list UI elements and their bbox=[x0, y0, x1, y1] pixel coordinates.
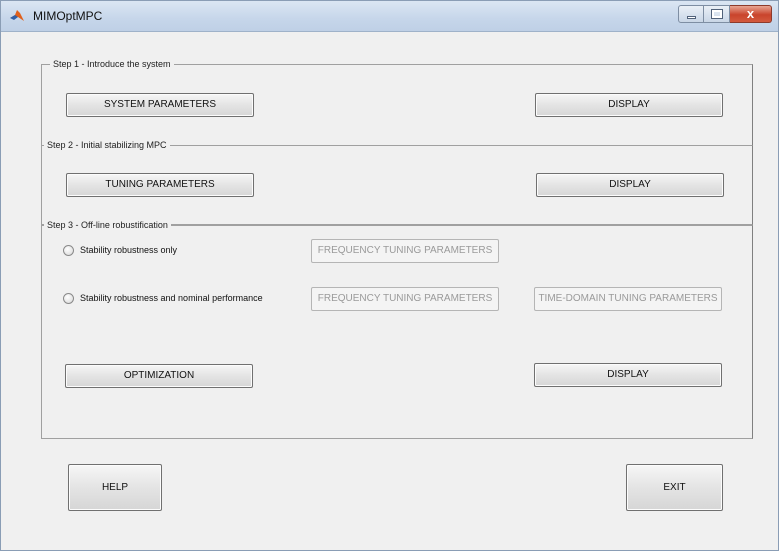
window-title: MIMOptMPC bbox=[33, 9, 103, 23]
step2-display-button[interactable]: DISPLAY bbox=[536, 173, 724, 197]
window-controls: x bbox=[678, 5, 772, 23]
app-window: MIMOptMPC x Step 1 - Introduce the syste… bbox=[0, 0, 779, 551]
maximize-button[interactable] bbox=[704, 5, 730, 23]
matlab-icon bbox=[10, 10, 24, 21]
stability-only-radio[interactable] bbox=[63, 245, 74, 256]
stability-performance-radio[interactable] bbox=[63, 293, 74, 304]
option1-frequency-tuning-button: FREQUENCY TUNING PARAMETERS bbox=[311, 239, 499, 263]
stability-performance-label: Stability robustness and nominal perform… bbox=[80, 293, 263, 303]
tuning-parameters-button[interactable]: TUNING PARAMETERS bbox=[66, 173, 254, 197]
close-icon: x bbox=[746, 6, 755, 21]
title-bar[interactable]: MIMOptMPC x bbox=[1, 1, 778, 32]
maximize-icon bbox=[711, 9, 723, 19]
option2-time-domain-tuning-button: TIME-DOMAIN TUNING PARAMETERS bbox=[534, 287, 722, 311]
system-parameters-button[interactable]: SYSTEM PARAMETERS bbox=[66, 93, 254, 117]
help-button[interactable]: HELP bbox=[68, 464, 162, 511]
minimize-icon bbox=[687, 16, 696, 19]
step3-title: Step 3 - Off-line robustification bbox=[44, 219, 171, 232]
close-button[interactable]: x bbox=[730, 5, 772, 23]
step2-title: Step 2 - Initial stabilizing MPC bbox=[44, 139, 170, 152]
step1-title: Step 1 - Introduce the system bbox=[50, 58, 174, 71]
exit-button[interactable]: EXIT bbox=[626, 464, 723, 511]
step3-display-button[interactable]: DISPLAY bbox=[534, 363, 722, 387]
minimize-button[interactable] bbox=[678, 5, 704, 23]
step1-display-button[interactable]: DISPLAY bbox=[535, 93, 723, 117]
stability-only-label: Stability robustness only bbox=[80, 245, 178, 255]
optimization-button[interactable]: OPTIMIZATION bbox=[65, 364, 253, 388]
option2-frequency-tuning-button: FREQUENCY TUNING PARAMETERS bbox=[311, 287, 499, 311]
